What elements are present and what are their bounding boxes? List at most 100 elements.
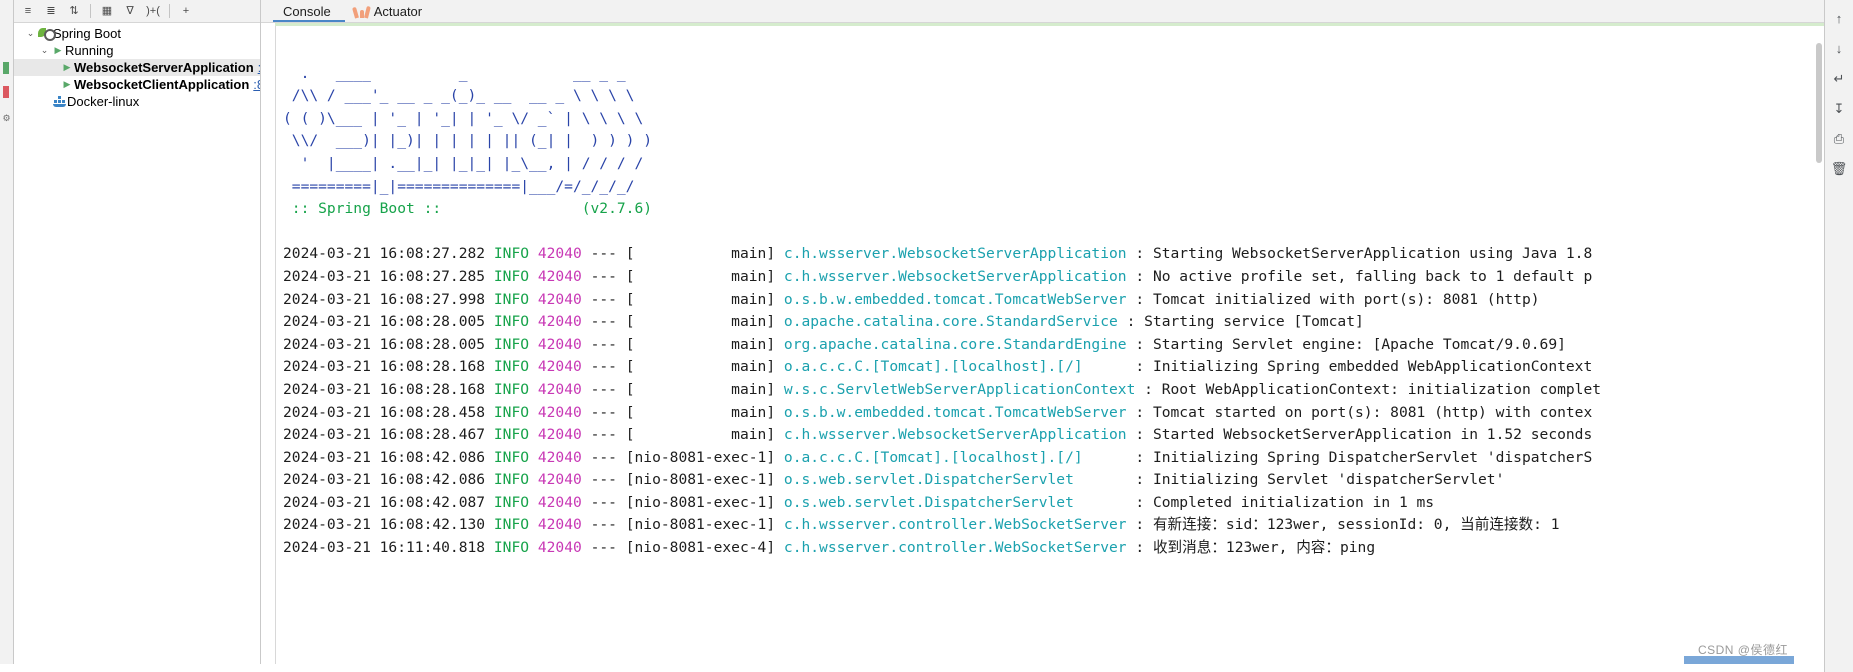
print-icon: ⎙ (1833, 130, 1845, 146)
log-colon: : (1126, 267, 1153, 285)
log-logger: o.a.c.c.C.[Tomcat].[localhost].[/] (783, 358, 1083, 376)
log-colon: : (1126, 516, 1153, 534)
banner-line: =========|_|==============|___/=/_/_/_/ (283, 177, 635, 195)
collapse-all-button[interactable]: ≣ (41, 2, 61, 20)
log-timestamp: 2024-03-21 16:08:42.087 (283, 493, 486, 511)
log-thread: [ main] (625, 380, 776, 398)
log-timestamp: 2024-03-21 16:08:27.282 (283, 245, 486, 263)
log-logger: o.s.b.w.embedded.tomcat.TomcatWebServer (783, 403, 1127, 421)
scroll-up-button[interactable]: ↑ (1828, 8, 1850, 28)
tab-actuator[interactable]: Actuator (345, 1, 436, 22)
clear-all-button[interactable]: 🗑 (1828, 158, 1850, 178)
log-thread: [ main] (625, 426, 776, 444)
scroll-to-end-icon: ↧ (1833, 100, 1845, 116)
log-message: Starting Servlet engine: [Apache Tomcat/… (1152, 335, 1566, 353)
log-separator: --- (590, 267, 617, 285)
group-icon: ▦ (101, 4, 113, 17)
log-level: INFO (493, 313, 530, 331)
log-colon: : (1126, 426, 1153, 444)
sort-button[interactable]: ⇅ (64, 2, 84, 20)
tree-node-label: WebsocketClientApplication (74, 77, 250, 92)
log-timestamp: 2024-03-21 16:08:27.998 (283, 290, 486, 308)
log-colon: : (1126, 403, 1153, 421)
log-level: INFO (493, 358, 530, 376)
soft-wrap-button[interactable]: ↵ (1828, 68, 1850, 88)
log-line: 2024-03-21 16:08:28.168 INFO 42040 --- [… (275, 379, 1824, 402)
chevron-down-icon[interactable]: ⌄ (38, 46, 51, 55)
sort-icon: ⇅ (69, 4, 79, 17)
log-colon: : (1126, 539, 1153, 557)
log-timestamp: 2024-03-21 16:08:28.458 (283, 403, 486, 421)
log-level: INFO (493, 290, 530, 308)
filter-icon: ∇ (126, 4, 134, 17)
console-scrollbar-thumb[interactable] (1816, 43, 1822, 163)
banner-line: /\\ / ___'_ __ _ _(_)_ __ __ _ \ \ \ \ (283, 87, 635, 105)
watermark-text: CSDN @侯德红 (1697, 643, 1788, 657)
log-pid: 42040 (537, 426, 582, 444)
log-line: 2024-03-21 16:08:27.998 INFO 42040 --- [… (275, 289, 1824, 312)
tree-node-websocket-server-application[interactable]: ▶ WebsocketServerApplication :8081/ (14, 59, 260, 76)
log-thread: [nio-8081-exec-1] (625, 516, 776, 534)
log-line: 2024-03-21 16:08:42.087 INFO 42040 --- [… (275, 492, 1824, 515)
log-level: INFO (493, 539, 530, 557)
log-level: INFO (493, 448, 530, 466)
chevron-down-icon[interactable]: ⌄ (24, 29, 37, 38)
console-side-toolbar: ↑ ↓ ↵ ↧ ⎙ 🗑 (1824, 0, 1853, 672)
log-line: 2024-03-21 16:08:42.086 INFO 42040 --- [… (275, 447, 1824, 470)
tree-node-running[interactable]: ⌄ ▶ Running (14, 42, 260, 59)
banner-line: ( ( )\___ | '_ | '_| | '_ \/ _` | \ \ \ … (283, 109, 644, 127)
log-message: Tomcat started on port(s): 8081 (http) w… (1152, 403, 1593, 421)
log-colon: : (1082, 448, 1153, 466)
log-timestamp: 2024-03-21 16:08:28.467 (283, 426, 486, 444)
log-logger: org.apache.catalina.core.StandardEngine (783, 335, 1127, 353)
idea-run-window: ⚙ ≡ ≣ ⇅ ▦ ∇ )+( + ⌄ Spring Boot ⌄ ▶ Runn… (0, 0, 1853, 672)
log-thread: [nio-8081-exec-1] (625, 448, 776, 466)
soft-wrap-icon: ↵ (1833, 70, 1845, 86)
log-logger: o.s.web.servlet.DispatcherServlet (783, 471, 1074, 489)
run-triangle-icon: ▶ (54, 45, 62, 55)
log-separator: --- (590, 380, 617, 398)
tree-node-spring-boot[interactable]: ⌄ Spring Boot (14, 25, 260, 42)
log-timestamp: 2024-03-21 16:08:28.168 (283, 358, 486, 376)
filter-button[interactable]: ∇ (120, 2, 140, 20)
tree-node-docker-linux[interactable]: ▸ Docker-linux (14, 93, 260, 110)
log-colon: : (1126, 290, 1153, 308)
log-line: 2024-03-21 16:08:27.282 INFO 42040 --- [… (275, 243, 1824, 266)
console-gutter (261, 23, 276, 664)
brackets-button[interactable]: )+( (143, 2, 163, 20)
log-separator: --- (590, 245, 617, 263)
log-separator: --- (590, 493, 617, 511)
console-output[interactable]: . ____ _ __ _ _ /\\ / ___'_ __ _ _(_)_ _… (275, 26, 1824, 664)
scroll-down-button[interactable]: ↓ (1828, 38, 1850, 58)
add-service-button[interactable]: + (176, 2, 196, 20)
log-level: INFO (493, 471, 530, 489)
tree-node-websocket-client-application[interactable]: ▶ WebsocketClientApplication :8080/ (14, 76, 260, 93)
log-line: 2024-03-21 16:08:28.168 INFO 42040 --- [… (275, 356, 1824, 379)
expand-all-button[interactable]: ≡ (18, 2, 38, 20)
scroll-to-end-button[interactable]: ↧ (1828, 98, 1850, 118)
log-level: INFO (493, 426, 530, 444)
banner-line: ' |____| .__|_| |_|_| |_\__, | / / / / (283, 154, 644, 172)
console-scrollbar[interactable] (1814, 23, 1824, 664)
print-button[interactable]: ⎙ (1828, 128, 1850, 148)
log-level: INFO (493, 403, 530, 421)
log-timestamp: 2024-03-21 16:08:28.168 (283, 380, 486, 398)
log-pid: 42040 (537, 313, 582, 331)
run-triangle-icon: ▶ (63, 79, 71, 89)
log-pid: 42040 (537, 245, 582, 263)
actuator-icon (351, 5, 371, 19)
app-port-link[interactable]: :8080/ (253, 77, 260, 92)
log-timestamp: 2024-03-21 16:08:42.130 (283, 516, 486, 534)
log-message: 收到消息：123wer, 内容：ping (1152, 539, 1376, 557)
log-pid: 42040 (537, 380, 582, 398)
log-logger: c.h.wsserver.WebsocketServerApplication (783, 426, 1127, 444)
log-separator: --- (590, 516, 617, 534)
tab-console[interactable]: Console (273, 1, 345, 22)
log-thread: [ main] (625, 245, 776, 263)
log-separator: --- (590, 313, 617, 331)
log-logger: o.a.c.c.C.[Tomcat].[localhost].[/] (783, 448, 1083, 466)
tree-node-label: Spring Boot (53, 26, 121, 41)
log-level: INFO (493, 267, 530, 285)
log-separator: --- (590, 403, 617, 421)
group-button[interactable]: ▦ (97, 2, 117, 20)
